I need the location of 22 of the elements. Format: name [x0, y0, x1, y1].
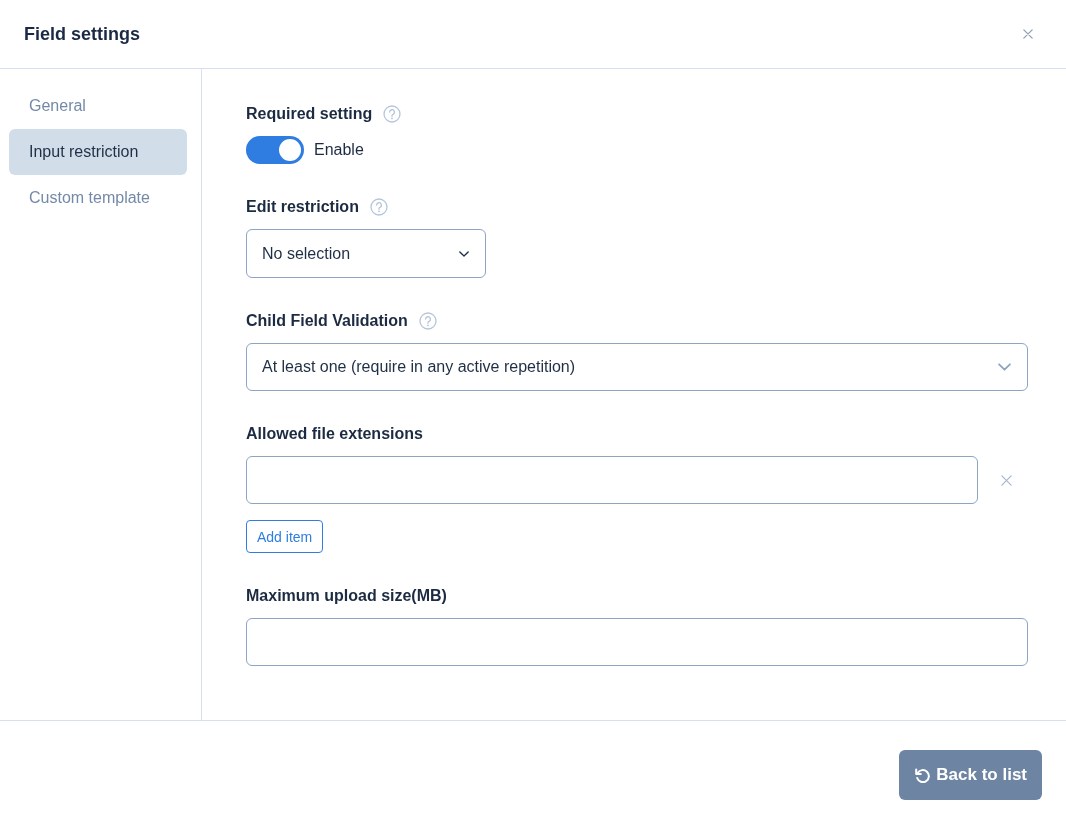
chevron-down-icon: [998, 363, 1011, 371]
undo-icon: [914, 767, 931, 783]
select-field[interactable]: At least one (require in any active repetition): [246, 343, 1028, 391]
chevron-down-icon: [459, 250, 469, 257]
field-label: Required setting: [246, 104, 373, 124]
field-label: Edit restriction: [246, 197, 359, 217]
sidebar-item[interactable]: General: [9, 83, 187, 129]
back-to-list-button[interactable]: Back to list: [899, 750, 1042, 800]
input-field[interactable]: [246, 618, 1028, 666]
add-item-button[interactable]: Add item: [246, 520, 324, 553]
enable-toggle[interactable]: [246, 136, 304, 164]
field-label: Child Field Validation: [246, 311, 408, 331]
field-label: Maximum upload size(MB): [246, 586, 447, 606]
toggle-label: Enable: [314, 141, 364, 159]
field-label: Allowed file extensions: [246, 424, 423, 444]
close-icon[interactable]: [1023, 29, 1033, 39]
select-field[interactable]: No selection: [246, 229, 486, 278]
dialog-title: Field settings: [24, 23, 140, 45]
sidebar-item[interactable]: Input restriction: [9, 129, 187, 175]
remove-icon[interactable]: [1001, 474, 1012, 486]
sidebar-item[interactable]: Custom template: [9, 175, 187, 221]
input-field[interactable]: [246, 456, 978, 504]
